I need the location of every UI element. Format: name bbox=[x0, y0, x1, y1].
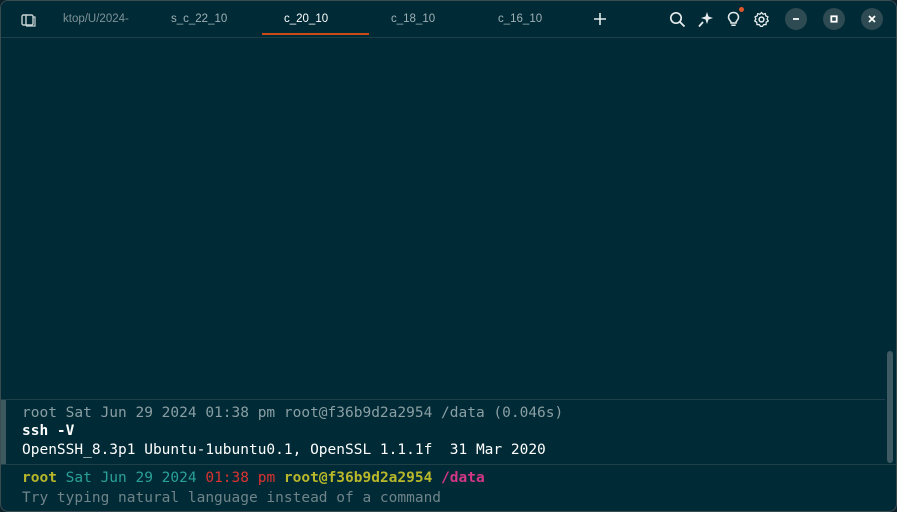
prompt: root Sat Jun 29 2024 01:38 pm root@f36b9… bbox=[22, 470, 485, 486]
tab-2-active[interactable]: c_20_10 bbox=[284, 1, 364, 37]
prompt-date: Sat Jun 29 2024 bbox=[65, 470, 197, 486]
block-header: root Sat Jun 29 2024 01:38 pm root@f36b9… bbox=[22, 405, 564, 421]
block-output: OpenSSH_8.3p1 Ubuntu-1ubuntu0.1, OpenSSL… bbox=[22, 442, 546, 458]
tab-panel-icon[interactable] bbox=[19, 10, 39, 30]
prompt-host: root@f36b9d2a2954 bbox=[283, 470, 433, 486]
search-icon[interactable] bbox=[667, 9, 687, 29]
tab-1[interactable]: s_c_22_10 bbox=[171, 1, 251, 37]
gear-icon[interactable] bbox=[751, 9, 771, 29]
prompt-directory: /data bbox=[441, 470, 485, 486]
close-icon[interactable] bbox=[861, 8, 883, 30]
notification-dot bbox=[739, 7, 744, 12]
minimize-icon[interactable] bbox=[785, 8, 807, 30]
tab-3[interactable]: c_18_10 bbox=[391, 1, 471, 37]
lightbulb-icon[interactable] bbox=[723, 9, 743, 29]
prompt-time: 01:38 pm bbox=[205, 470, 276, 486]
command-input-placeholder[interactable]: Try typing natural language instead of a… bbox=[22, 490, 441, 506]
tab-4[interactable]: c_16_10 bbox=[498, 1, 578, 37]
command-input-area[interactable]: root Sat Jun 29 2024 01:38 pm root@f36b9… bbox=[1, 464, 896, 511]
block-command: ssh -V bbox=[22, 423, 75, 439]
active-tab-indicator bbox=[262, 33, 369, 35]
terminal-window: ktop/U/2024- s_c_22_10 c_20_10 c_18_10 c… bbox=[0, 0, 897, 512]
prompt-user: root bbox=[22, 470, 57, 486]
sparkle-icon[interactable] bbox=[695, 9, 715, 29]
scrollbar[interactable] bbox=[887, 351, 893, 463]
tab-0[interactable]: ktop/U/2024- bbox=[63, 1, 143, 37]
command-block[interactable]: root Sat Jun 29 2024 01:38 pm root@f36b9… bbox=[1, 399, 885, 464]
maximize-icon[interactable] bbox=[823, 8, 845, 30]
block-indicator bbox=[1, 400, 6, 464]
title-bar: ktop/U/2024- s_c_22_10 c_20_10 c_18_10 c… bbox=[1, 1, 896, 38]
plus-icon[interactable] bbox=[590, 9, 610, 29]
